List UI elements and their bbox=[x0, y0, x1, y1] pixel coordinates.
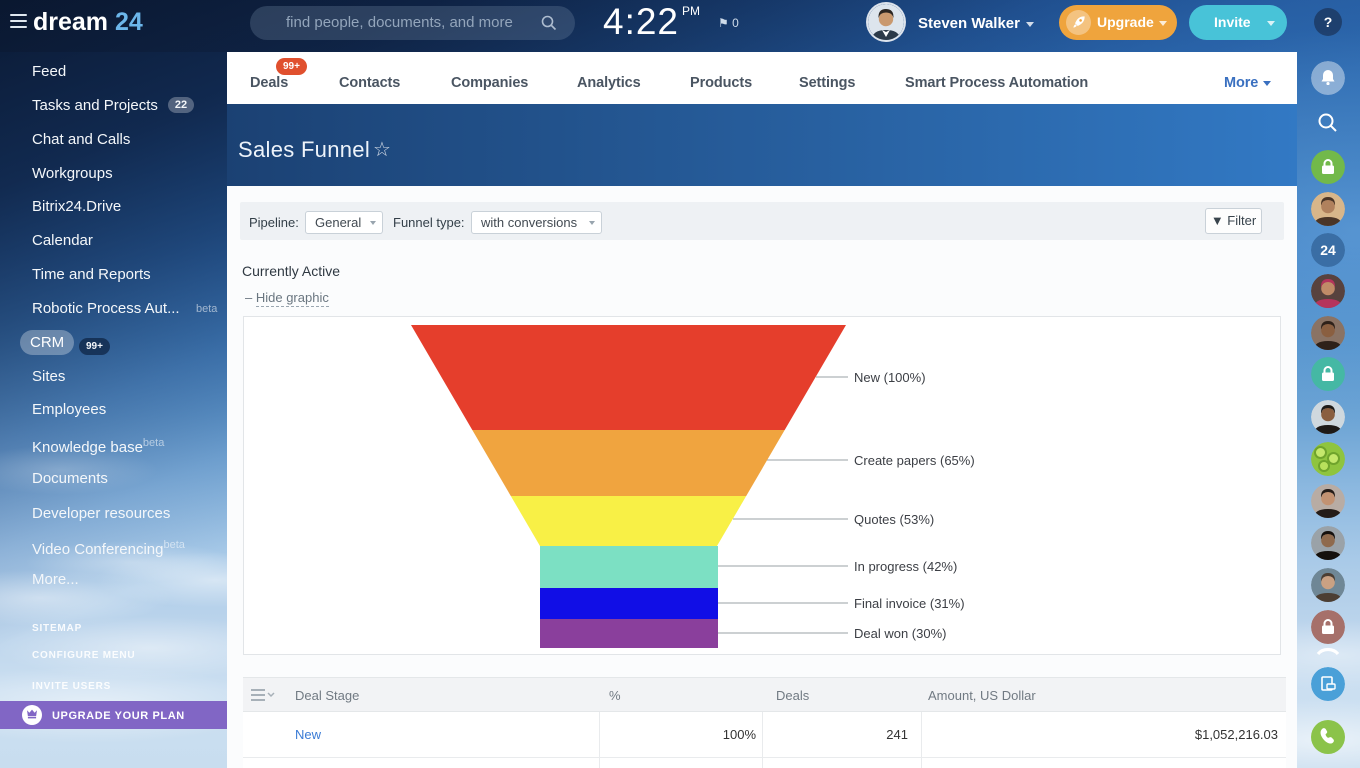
svg-text:Deal won (30%): Deal won (30%) bbox=[854, 626, 947, 641]
svg-text:Final invoice (31%): Final invoice (31%) bbox=[854, 596, 965, 611]
svg-text:New (100%): New (100%) bbox=[854, 370, 926, 385]
svg-text:Quotes (53%): Quotes (53%) bbox=[854, 512, 934, 527]
svg-text:In progress (42%): In progress (42%) bbox=[854, 559, 957, 574]
svg-text:Create papers (65%): Create papers (65%) bbox=[854, 453, 975, 468]
